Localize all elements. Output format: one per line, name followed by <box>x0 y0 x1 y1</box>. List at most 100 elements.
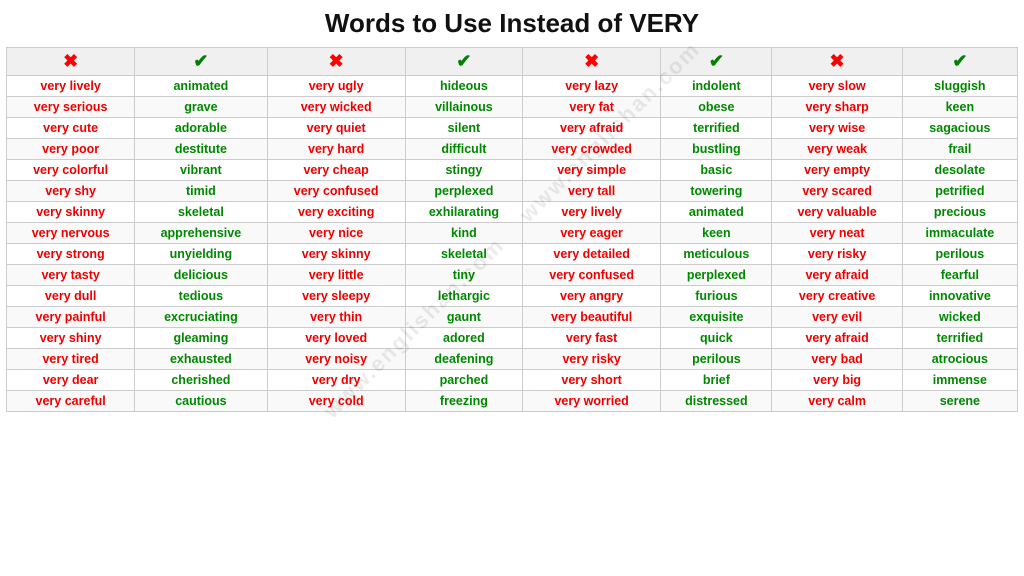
table-cell: very sleepy <box>267 286 405 307</box>
table-row: very strongunyieldingvery skinnyskeletal… <box>7 244 1018 265</box>
table-cell: quick <box>661 328 772 349</box>
table-cell: hideous <box>405 76 522 97</box>
table-cell: very careful <box>7 391 135 412</box>
table-container: www.englishan.com www.englishan.com ✖ ✔ … <box>6 47 1018 412</box>
table-row: very nervousapprehensivevery nicekindver… <box>7 223 1018 244</box>
table-row: very skinnyskeletalvery excitingexhilara… <box>7 202 1018 223</box>
icon-header-row: ✖ ✔ ✖ ✔ ✖ ✔ ✖ ✔ <box>7 48 1018 76</box>
table-cell: very wise <box>772 118 902 139</box>
table-cell: very creative <box>772 286 902 307</box>
col3-icon: ✖ <box>267 48 405 76</box>
table-cell: very confused <box>523 265 661 286</box>
table-cell: towering <box>661 181 772 202</box>
table-cell: immense <box>902 370 1017 391</box>
col2-icon: ✔ <box>135 48 267 76</box>
table-cell: very fat <box>523 97 661 118</box>
table-cell: bustling <box>661 139 772 160</box>
table-cell: sagacious <box>902 118 1017 139</box>
table-cell: wicked <box>902 307 1017 328</box>
table-cell: very evil <box>772 307 902 328</box>
table-cell: silent <box>405 118 522 139</box>
table-cell: very dear <box>7 370 135 391</box>
table-cell: very valuable <box>772 202 902 223</box>
table-cell: very serious <box>7 97 135 118</box>
table-cell: very cheap <box>267 160 405 181</box>
table-cell: skeletal <box>135 202 267 223</box>
table-row: very seriousgravevery wickedvillainousve… <box>7 97 1018 118</box>
table-cell: animated <box>661 202 772 223</box>
table-cell: deafening <box>405 349 522 370</box>
table-cell: very strong <box>7 244 135 265</box>
table-cell: villainous <box>405 97 522 118</box>
table-cell: terrified <box>661 118 772 139</box>
table-cell: very empty <box>772 160 902 181</box>
table-cell: very big <box>772 370 902 391</box>
table-cell: grave <box>135 97 267 118</box>
table-cell: very dry <box>267 370 405 391</box>
table-cell: frail <box>902 139 1017 160</box>
table-cell: vibrant <box>135 160 267 181</box>
table-cell: very bad <box>772 349 902 370</box>
table-cell: destitute <box>135 139 267 160</box>
table-cell: very fast <box>523 328 661 349</box>
table-cell: perplexed <box>405 181 522 202</box>
table-cell: very exciting <box>267 202 405 223</box>
table-cell: keen <box>902 97 1017 118</box>
table-cell: very little <box>267 265 405 286</box>
table-cell: very lazy <box>523 76 661 97</box>
table-cell: very neat <box>772 223 902 244</box>
table-cell: very quiet <box>267 118 405 139</box>
table-cell: delicious <box>135 265 267 286</box>
table-cell: very weak <box>772 139 902 160</box>
table-cell: very lively <box>7 76 135 97</box>
table-row: very livelyanimatedvery uglyhideousvery … <box>7 76 1018 97</box>
table-cell: very cute <box>7 118 135 139</box>
table-cell: immaculate <box>902 223 1017 244</box>
table-cell: very lively <box>523 202 661 223</box>
table-cell: very calm <box>772 391 902 412</box>
table-cell: very scared <box>772 181 902 202</box>
table-cell: perplexed <box>661 265 772 286</box>
col5-icon: ✖ <box>523 48 661 76</box>
table-cell: difficult <box>405 139 522 160</box>
table-cell: very afraid <box>772 328 902 349</box>
page: Words to Use Instead of VERY www.english… <box>0 0 1024 420</box>
table-cell: very tasty <box>7 265 135 286</box>
table-row: very carefulcautiousvery coldfreezingver… <box>7 391 1018 412</box>
table-cell: brief <box>661 370 772 391</box>
table-cell: atrocious <box>902 349 1017 370</box>
table-cell: desolate <box>902 160 1017 181</box>
table-cell: perilous <box>902 244 1017 265</box>
table-cell: adored <box>405 328 522 349</box>
table-cell: very afraid <box>772 265 902 286</box>
table-cell: very sharp <box>772 97 902 118</box>
table-cell: tedious <box>135 286 267 307</box>
table-cell: meticulous <box>661 244 772 265</box>
table-cell: petrified <box>902 181 1017 202</box>
table-cell: very dull <box>7 286 135 307</box>
table-cell: very hard <box>267 139 405 160</box>
table-cell: furious <box>661 286 772 307</box>
table-row: very dearcherishedvery dryparchedvery sh… <box>7 370 1018 391</box>
table-cell: tiny <box>405 265 522 286</box>
table-cell: very poor <box>7 139 135 160</box>
table-cell: parched <box>405 370 522 391</box>
table-cell: cautious <box>135 391 267 412</box>
table-cell: very worried <box>523 391 661 412</box>
table-cell: very tall <box>523 181 661 202</box>
table-cell: cherished <box>135 370 267 391</box>
col7-icon: ✖ <box>772 48 902 76</box>
table-cell: very afraid <box>523 118 661 139</box>
table-cell: very painful <box>7 307 135 328</box>
table-cell: obese <box>661 97 772 118</box>
table-cell: sluggish <box>902 76 1017 97</box>
table-cell: gaunt <box>405 307 522 328</box>
table-cell: excruciating <box>135 307 267 328</box>
table-cell: precious <box>902 202 1017 223</box>
table-cell: skeletal <box>405 244 522 265</box>
table-cell: very skinny <box>267 244 405 265</box>
table-cell: very nervous <box>7 223 135 244</box>
table-cell: very detailed <box>523 244 661 265</box>
col1-icon: ✖ <box>7 48 135 76</box>
table-cell: exquisite <box>661 307 772 328</box>
